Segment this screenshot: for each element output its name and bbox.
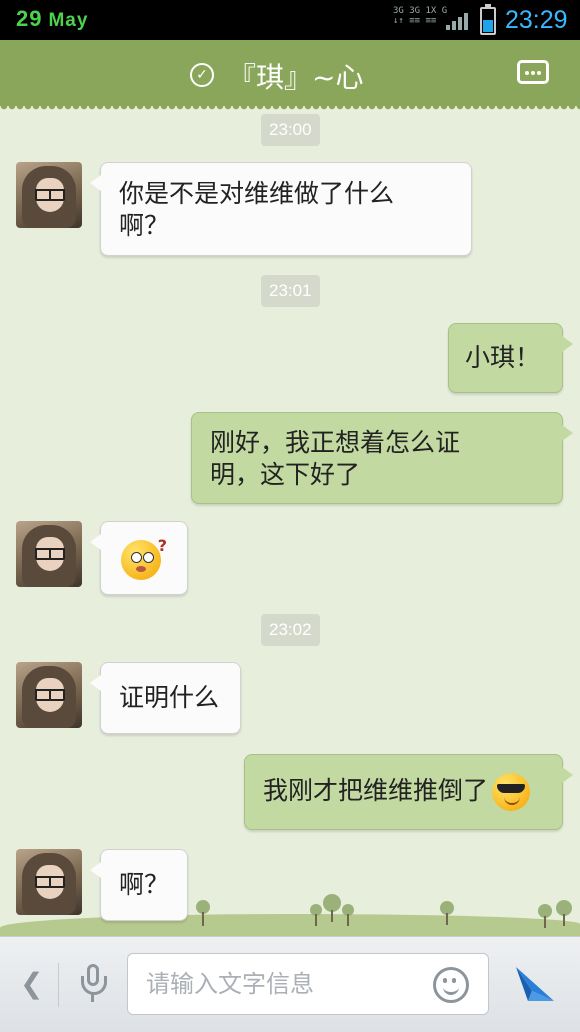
microphone-icon[interactable]	[80, 964, 108, 1006]
message-bubble-outgoing[interactable]: 我刚才把维维推倒了	[244, 754, 573, 830]
send-icon[interactable]	[514, 965, 556, 1003]
date-day: 29	[16, 6, 43, 31]
contact-avatar[interactable]	[16, 162, 82, 228]
status-time: 23:29	[505, 6, 568, 34]
timestamp: 23:02	[261, 614, 320, 646]
message-text: 小琪！	[465, 343, 541, 372]
message-text-line: 明，这下好了	[210, 460, 361, 489]
ground-decoration	[0, 914, 580, 936]
message-text-line: 刚好，我正想着怎么证	[210, 428, 461, 457]
back-chevron-icon[interactable]: ❮	[20, 967, 43, 1000]
message-bubble-incoming[interactable]: 你是不是对维维做了什么 啊？	[90, 162, 472, 256]
network-types: 3G 3G 1X G	[393, 6, 448, 16]
message-text: 证明什么	[119, 683, 220, 712]
online-check-icon: ✓	[190, 63, 214, 87]
status-date: 29 May	[16, 6, 88, 32]
contact-avatar[interactable]	[16, 521, 82, 587]
signal-icon	[446, 12, 468, 30]
battery-icon	[480, 4, 496, 35]
timestamp: 23:01	[261, 275, 320, 307]
network-activity: ↓↑ ≡≡ ≡≡	[393, 16, 437, 26]
chat-title: 『琪』~心	[228, 61, 364, 94]
emoji-picker-icon[interactable]	[433, 967, 469, 1003]
chat-header: ✓ 『琪』~心	[0, 40, 580, 112]
message-bubble-incoming[interactable]: ?	[90, 521, 188, 595]
message-bubble-incoming[interactable]: 证明什么	[90, 662, 241, 734]
message-text-line: 你是不是对维维做了什么	[119, 179, 395, 208]
contact-avatar[interactable]	[16, 849, 82, 915]
date-month: May	[48, 10, 89, 31]
timestamp: 23:00	[261, 114, 320, 146]
divider	[58, 963, 59, 1007]
message-bubble-incoming[interactable]: 啊？	[90, 849, 188, 921]
message-text: 啊？	[119, 870, 170, 899]
message-bubble-outgoing[interactable]: 小琪！	[448, 323, 573, 393]
contact-avatar[interactable]	[16, 662, 82, 728]
message-bubble-outgoing[interactable]: 刚好，我正想着怎么证 明，这下好了	[191, 412, 573, 504]
status-bar: 29 May 3G 3G 1X G ↓↑ ≡≡ ≡≡ 23:29	[0, 0, 580, 40]
confused-emoji-icon: ?	[121, 536, 167, 580]
message-text: 我刚才把维维推倒了	[263, 776, 489, 805]
more-menu-button[interactable]	[517, 60, 549, 84]
network-indicator: 3G 3G 1X G ↓↑ ≡≡ ≡≡	[393, 6, 447, 26]
cool-sunglasses-emoji-icon	[492, 773, 531, 811]
message-composer: ❮	[0, 936, 580, 1032]
message-text-line: 啊？	[119, 211, 170, 240]
